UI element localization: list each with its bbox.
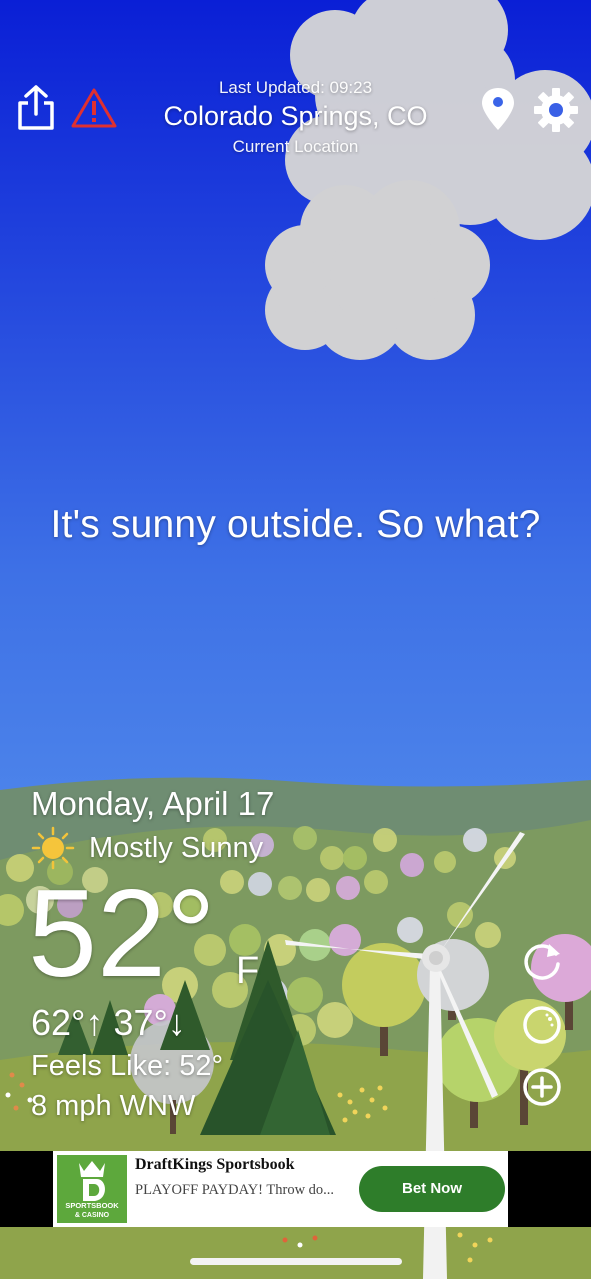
alert-button[interactable] <box>70 86 118 130</box>
alert-triangle-icon <box>71 88 117 128</box>
weather-scene <box>0 0 591 1279</box>
location-subtitle: Current Location <box>232 137 359 156</box>
add-location-button[interactable] <box>519 1064 565 1110</box>
share-button[interactable] <box>14 84 58 132</box>
sun-icon <box>31 826 75 870</box>
ad-body: PLAYOFF PAYDAY! Throw do... <box>135 1182 335 1198</box>
ad-logo-line2: & CASINO <box>74 1212 110 1219</box>
ad-cta-button[interactable]: Bet Now <box>359 1166 505 1212</box>
share-icon <box>18 85 54 130</box>
ad-logo[interactable]: SPORTSBOOK & CASINO <box>57 1155 127 1223</box>
night-mode-button[interactable] <box>519 1002 565 1048</box>
refresh-icon <box>524 944 560 980</box>
current-temperature: 52° <box>28 865 216 1003</box>
crown-logo-icon <box>79 1161 105 1201</box>
location-pin-button[interactable] <box>478 86 518 132</box>
weather-tagline: It's sunny outside. So what? <box>50 503 541 546</box>
condition-label: Mostly Sunny <box>89 831 264 864</box>
ad-banner[interactable]: SPORTSBOOK & CASINO DraftKings Sportsboo… <box>53 1151 508 1227</box>
wind-label: 8 mph WNW <box>31 1090 196 1122</box>
ad-logo-line1: SPORTSBOOK <box>65 1201 119 1210</box>
add-circle-icon <box>523 1068 561 1106</box>
forecast-date: Monday, April 17 <box>31 785 275 822</box>
refresh-button[interactable] <box>519 938 565 984</box>
high-low-temperature: 62°↑ 37°↓ <box>31 1002 186 1043</box>
moon-icon <box>523 1006 561 1044</box>
ad-title: DraftKings Sportsbook <box>135 1156 295 1173</box>
feels-like-label: Feels Like: 52° <box>31 1050 224 1082</box>
home-indicator[interactable] <box>190 1258 402 1265</box>
condition-row: Mostly Sunny <box>31 826 263 870</box>
settings-button[interactable] <box>532 86 580 134</box>
map-pin-icon <box>482 88 514 130</box>
temperature-unit[interactable]: F <box>236 950 259 993</box>
gear-icon <box>534 88 578 132</box>
